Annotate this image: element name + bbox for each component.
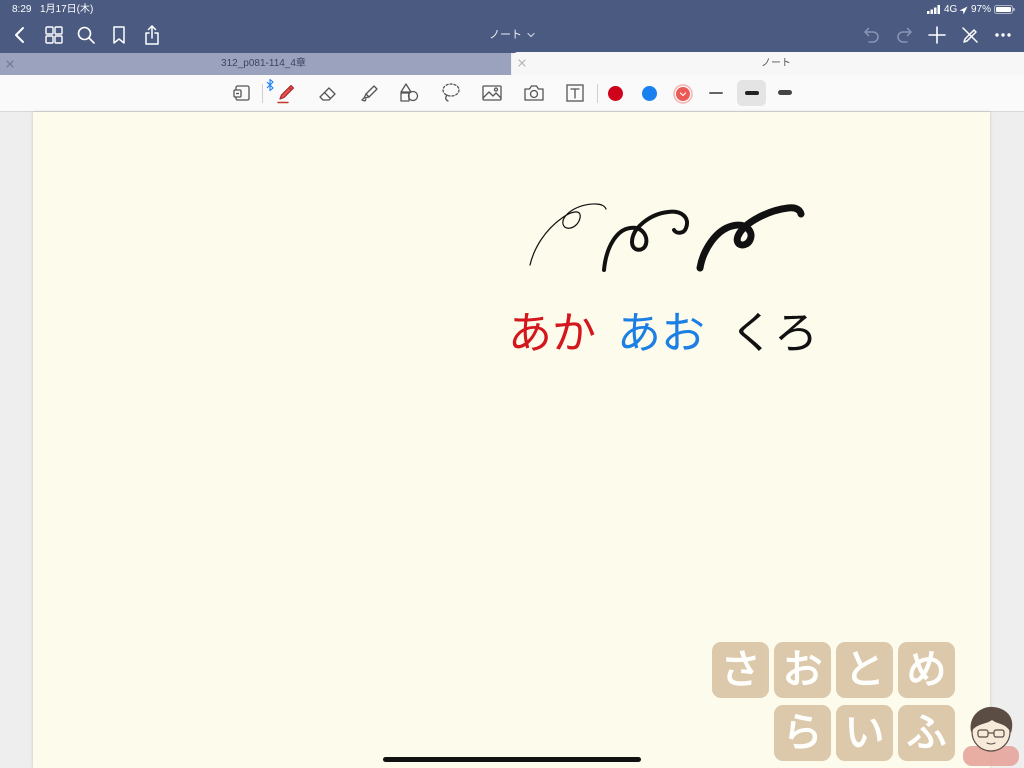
highlighter-icon[interactable]	[355, 79, 383, 107]
pen-off-icon[interactable]	[958, 23, 982, 47]
status-date: 1月17日(木)	[40, 4, 94, 15]
stroke-width-thin[interactable]	[702, 80, 730, 106]
shapes-icon[interactable]	[395, 79, 423, 107]
tool-bar	[0, 75, 1024, 112]
tab-inactive[interactable]: 312_p081-114_4章	[0, 53, 511, 75]
watermark-avatar	[963, 706, 1019, 766]
selected-color-fill	[676, 87, 690, 101]
battery-fill	[996, 7, 1011, 12]
location-arrow-icon	[959, 6, 968, 15]
document-title: ノート	[489, 29, 522, 41]
toolbar-divider	[262, 84, 263, 103]
stroke-width-medium[interactable]	[737, 80, 766, 106]
handwriting-red: あか	[508, 308, 596, 359]
stroke-width-thick[interactable]	[771, 80, 799, 106]
lasso-icon[interactable]	[437, 79, 465, 107]
image-icon[interactable]	[478, 79, 506, 107]
handwriting-black: くろ	[730, 308, 818, 359]
more-icon[interactable]	[991, 23, 1015, 47]
eraser-icon[interactable]	[314, 79, 342, 107]
watermark-char: お	[774, 642, 831, 698]
tab-active[interactable]: ノート	[512, 52, 1024, 75]
watermark-char: め	[898, 642, 955, 698]
color-swatch-red[interactable]	[608, 86, 623, 101]
status-battery-percent: 97%	[971, 4, 992, 15]
read-mode-icon[interactable]	[228, 79, 256, 107]
color-swatch-blue[interactable]	[642, 86, 657, 101]
handwriting-blue: あお	[617, 308, 705, 359]
battery-icon	[994, 5, 1016, 15]
watermark-char: と	[836, 642, 893, 698]
tab-close-icon[interactable]	[517, 58, 527, 68]
toolbar-divider	[597, 84, 598, 103]
color-picker-selected[interactable]	[673, 84, 693, 104]
tab-label: 312_p081-114_4章	[221, 58, 306, 69]
home-indicator[interactable]	[383, 757, 641, 762]
redo-icon[interactable]	[893, 23, 917, 47]
watermark-char: ふ	[898, 705, 955, 761]
status-time: 8:29	[12, 4, 32, 15]
watermark-char: さ	[712, 642, 769, 698]
pen-icon[interactable]	[272, 79, 300, 107]
watermark-char: い	[836, 705, 893, 761]
watermark-char: ら	[774, 705, 831, 761]
chevron-down-icon	[527, 32, 535, 38]
tab-close-icon[interactable]	[5, 59, 15, 69]
status-network: 4G	[944, 4, 958, 15]
tab-label: ノート	[761, 58, 791, 69]
undo-icon[interactable]	[859, 23, 883, 47]
cellular-signal-icon	[927, 5, 940, 14]
text-box-icon[interactable]	[561, 79, 589, 107]
add-icon[interactable]	[925, 23, 949, 47]
camera-icon[interactable]	[520, 79, 548, 107]
